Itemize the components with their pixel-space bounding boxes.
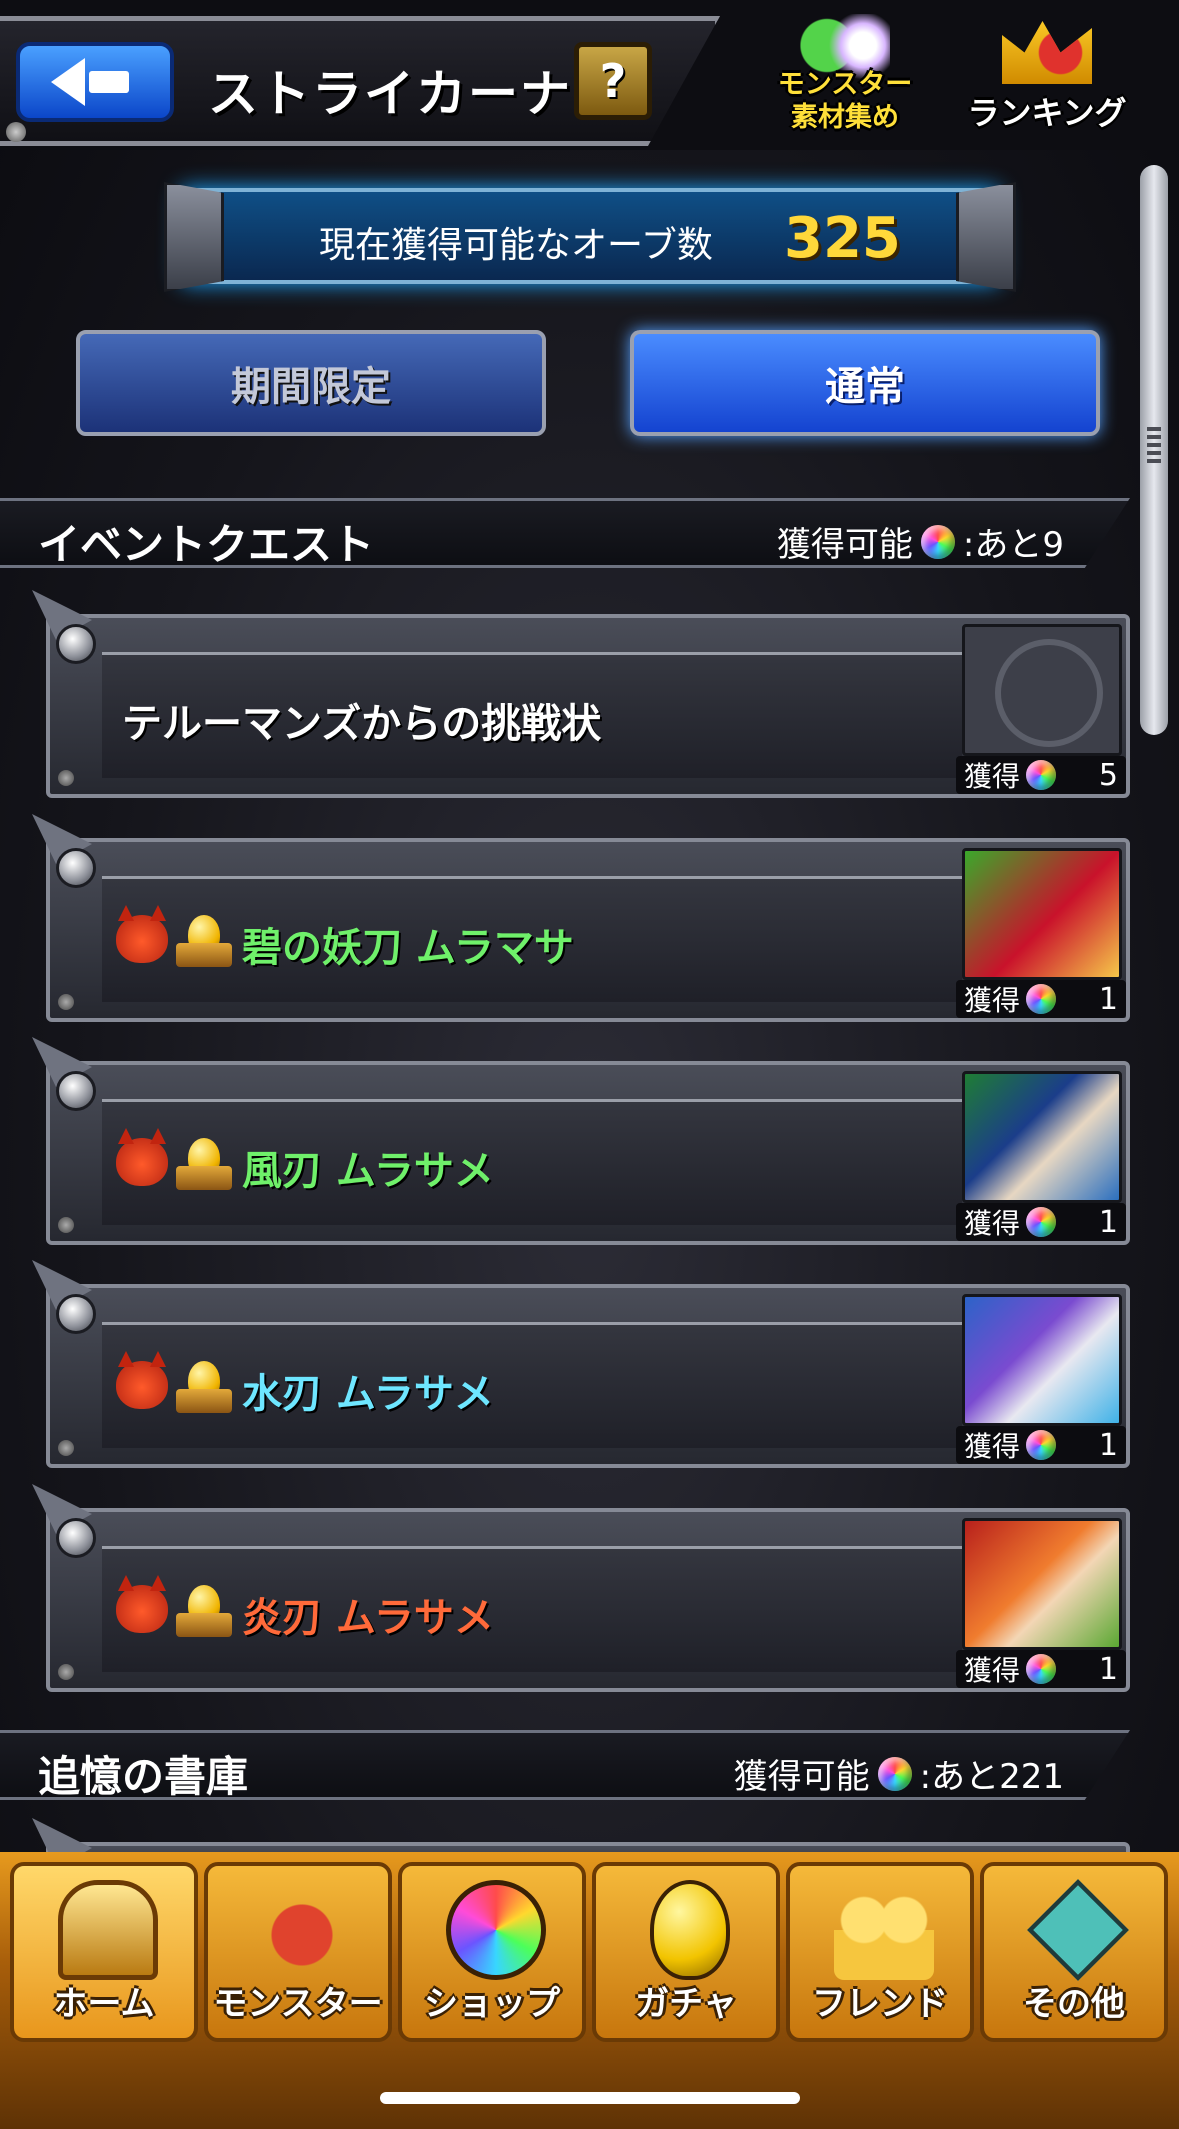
obtain-badge: 獲得 1 xyxy=(956,1203,1126,1241)
status-lamp-icon xyxy=(56,1294,96,1334)
quest-row[interactable]: 炎刃 ムラサメ 獲得 1 xyxy=(32,1484,1130,1692)
help-button[interactable]: ? xyxy=(574,42,652,120)
material-label-line1: モンスター xyxy=(777,69,913,100)
status-lamp-icon xyxy=(56,1518,96,1558)
devil-icon xyxy=(116,905,168,963)
other-icon xyxy=(1027,1879,1129,1981)
back-arrow-icon xyxy=(51,58,85,106)
crown-icon xyxy=(1002,21,1092,84)
obtain-badge: 獲得 5 xyxy=(956,756,1126,794)
remaining-orbs: 獲得可能 :あと9 xyxy=(776,524,1064,565)
egg-icon xyxy=(650,1880,730,1980)
monster-thumbnail xyxy=(962,1294,1122,1426)
tab-normal[interactable]: 通常 xyxy=(630,330,1100,436)
header-bar: ストライカーナビ ? モンスター 素材集め ランキング xyxy=(0,0,1179,150)
nav-friend[interactable]: フレンド xyxy=(786,1862,974,2042)
quest-thumbnail xyxy=(962,624,1122,756)
monster-icon xyxy=(252,1880,352,1980)
status-lamp-icon xyxy=(56,1071,96,1111)
monster-thumbnail xyxy=(962,848,1122,980)
nav-gacha[interactable]: ガチャ xyxy=(592,1862,780,2042)
obtain-badge: 獲得 1 xyxy=(956,1426,1126,1464)
orb-icon xyxy=(1026,984,1057,1014)
quest-row[interactable]: テルーマンズからの挑戦状 獲得 5 xyxy=(32,590,1130,798)
status-lamp-icon xyxy=(56,624,96,664)
section-title: 追憶の書庫 xyxy=(38,1752,249,1801)
quest-name: 炎刃 ムラサメ xyxy=(242,1595,494,1641)
egg-chest-icon xyxy=(174,1585,234,1639)
orb-icon xyxy=(920,524,955,559)
status-lamp-icon xyxy=(56,848,96,888)
home-icon xyxy=(58,1880,158,1980)
nav-monster[interactable]: モンスター xyxy=(204,1862,392,2042)
devil-icon xyxy=(116,1128,168,1186)
orb-icon xyxy=(1026,760,1057,790)
tab-limited-time[interactable]: 期間限定 xyxy=(76,330,546,436)
screw-decoration xyxy=(6,122,26,142)
page-title: ストライカーナビ xyxy=(208,65,624,123)
orb-icon xyxy=(1026,1207,1057,1237)
monster-thumbnail xyxy=(962,1518,1122,1650)
quest-row[interactable]: 碧の妖刀 ムラマサ 獲得 1 xyxy=(32,814,1130,1022)
devil-icon xyxy=(116,1351,168,1409)
quest-name: 水刃 ムラサメ xyxy=(242,1371,494,1417)
devil-icon xyxy=(116,1575,168,1633)
egg-chest-icon xyxy=(174,915,234,969)
orb-counter-label: 現在獲得可能なオーブ数 xyxy=(319,225,713,266)
section-title: イベントクエスト xyxy=(38,520,375,569)
quest-name: 碧の妖刀 ムラマサ xyxy=(242,925,574,971)
egg-chest-icon xyxy=(174,1138,234,1192)
scrollbar[interactable] xyxy=(1140,165,1168,735)
back-button[interactable] xyxy=(16,42,174,122)
section-header-event-quest: イベントクエスト 獲得可能 :あと9 xyxy=(0,498,1130,568)
scroll-grip-icon[interactable] xyxy=(1147,427,1161,467)
quest-row[interactable]: 風刃 ムラサメ 獲得 1 xyxy=(32,1037,1130,1245)
ranking-button[interactable]: ランキング xyxy=(962,14,1132,142)
obtain-badge: 獲得 1 xyxy=(956,1650,1126,1688)
remaining-orbs: 獲得可能 :あと221 xyxy=(733,1756,1064,1797)
friends-icon xyxy=(834,1880,934,1980)
orb-icon xyxy=(877,1756,912,1791)
bottom-navigation: ホーム モンスター ショップ ガチャ フレンド その他 xyxy=(0,1852,1179,2129)
orb-icon xyxy=(1026,1430,1057,1460)
orb-counter-value: 325 xyxy=(784,206,901,271)
orb-counter-panel: 現在獲得可能なオーブ数 325 xyxy=(164,182,1016,292)
ranking-label: ランキング xyxy=(967,94,1127,132)
obtain-badge: 獲得 1 xyxy=(956,980,1126,1018)
monster-material-button[interactable]: モンスター 素材集め xyxy=(760,14,930,142)
orb-icon xyxy=(446,1880,546,1980)
orb-icon xyxy=(1026,1654,1057,1684)
quest-name: 風刃 ムラサメ xyxy=(242,1148,494,1194)
nav-home[interactable]: ホーム xyxy=(10,1862,198,2042)
home-indicator[interactable] xyxy=(380,2092,800,2104)
quest-row[interactable]: 水刃 ムラサメ 獲得 1 xyxy=(32,1260,1130,1468)
egg-chest-icon xyxy=(174,1361,234,1415)
nav-shop[interactable]: ショップ xyxy=(398,1862,586,2042)
quest-name: テルーマンズからの挑戦状 xyxy=(122,701,602,747)
material-label-line2: 素材集め xyxy=(791,102,899,133)
nav-other[interactable]: その他 xyxy=(980,1862,1168,2042)
monster-thumbnail xyxy=(962,1071,1122,1203)
section-header-archive: 追憶の書庫 獲得可能 :あと221 xyxy=(0,1730,1130,1800)
